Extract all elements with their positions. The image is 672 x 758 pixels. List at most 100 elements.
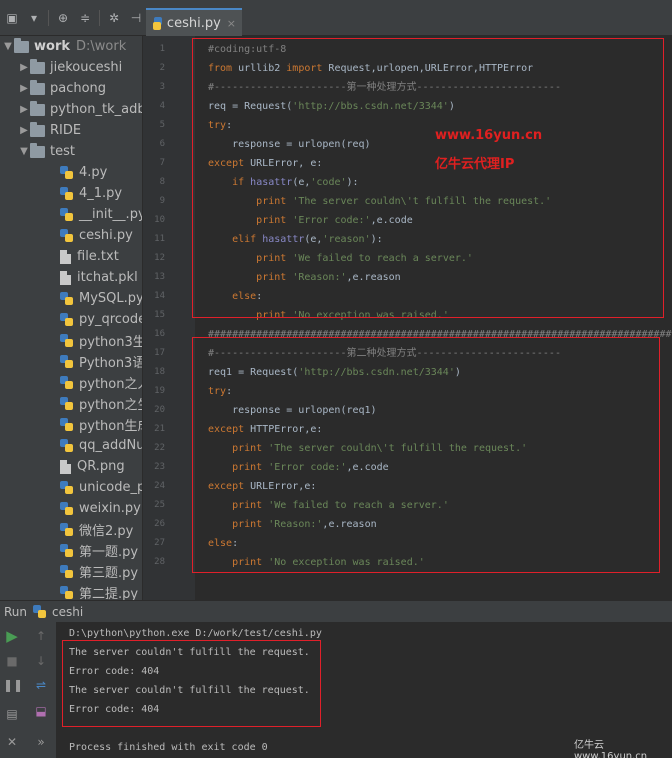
close-icon[interactable]: ✕ — [3, 733, 21, 751]
sidebar-item[interactable]: ceshi.py — [60, 225, 133, 246]
console-line: Process finished with exit code 0 — [69, 742, 268, 753]
sidebar-item[interactable]: python之生 — [60, 393, 142, 414]
sidebar-item-label: weixin.py — [79, 501, 141, 516]
python-file-icon — [60, 544, 73, 557]
run-config-name[interactable]: ceshi — [52, 605, 83, 619]
tree-root[interactable]: ▼ work D:\work — [2, 36, 126, 57]
stop-icon[interactable]: ■ — [3, 652, 21, 670]
settings-icon[interactable]: ✲ — [106, 10, 122, 26]
line-number: 26 — [154, 519, 165, 529]
sidebar-item-label: RIDE — [50, 123, 82, 138]
folder-icon — [14, 37, 29, 53]
arrow-down-icon[interactable]: ↓ — [32, 652, 50, 670]
sidebar-item[interactable]: 4.py — [60, 162, 107, 183]
sidebar-item[interactable]: python生成 — [60, 414, 142, 435]
line-number: 17 — [154, 348, 165, 358]
line-number: 2 — [159, 63, 165, 73]
sidebar-item-label: 4.py — [79, 165, 108, 180]
sidebar-item[interactable]: file.txt — [60, 246, 119, 267]
sidebar-item[interactable]: ▼ test — [18, 141, 75, 162]
sidebar-item-label: python_tk_adb — [50, 102, 143, 117]
close-icon[interactable]: × — [227, 17, 236, 30]
chevron-down-icon[interactable]: ▼ — [18, 146, 30, 157]
sidebar-item[interactable]: 微信2.py — [60, 519, 133, 540]
sidebar-item-label: Python3语言 — [79, 356, 142, 371]
line-number: 11 — [154, 234, 165, 244]
python-file-icon — [60, 229, 73, 242]
python-file-icon — [152, 16, 162, 30]
sidebar-item-label: 第二提.py — [79, 587, 139, 600]
line-number: 24 — [154, 481, 165, 491]
sidebar-item-label: pachong — [50, 81, 107, 96]
top-toolbar: ▣ ▾ ⊕ ≑ ✲ ⊣ ceshi.py × — [0, 0, 672, 36]
line-number: 23 — [154, 462, 165, 472]
chevron-right-icon[interactable]: ▶ — [18, 83, 30, 94]
python-file-icon — [60, 502, 73, 515]
sidebar-item[interactable]: ▶ python_tk_adb — [18, 99, 143, 120]
sidebar-item[interactable]: ▶ jiekouceshi — [18, 57, 122, 78]
sidebar-item[interactable]: 第一题.py — [60, 540, 138, 561]
sidebar-item-label: MySQL.py — [79, 291, 143, 306]
sidebar-item[interactable]: python之人 — [60, 372, 142, 393]
arrow-up-icon[interactable]: ↑ — [32, 627, 50, 645]
more-icon[interactable]: » — [32, 733, 50, 751]
sidebar-item[interactable]: MySQL.py — [60, 288, 143, 309]
line-number: 28 — [154, 557, 165, 567]
tab-label: ceshi.py — [166, 15, 221, 31]
sidebar-item[interactable]: QR.png — [60, 456, 125, 477]
sidebar-item[interactable]: ▶ RIDE — [18, 120, 81, 141]
python-file-icon — [60, 334, 73, 347]
sidebar-item[interactable]: python3生成 — [60, 330, 142, 351]
sidebar-item[interactable]: unicode_pi — [60, 477, 142, 498]
line-number: 8 — [159, 177, 165, 187]
dropdown-icon[interactable]: ▾ — [26, 10, 42, 26]
sidebar-item[interactable]: ▶ pachong — [18, 78, 106, 99]
text-file-icon — [60, 249, 71, 264]
sidebar-item[interactable]: 第二提.py — [60, 582, 138, 600]
run-icon[interactable]: ▶ — [3, 627, 21, 645]
pin-icon[interactable]: ⬓ — [32, 702, 50, 720]
folder-icon — [30, 142, 45, 158]
root-name: work — [34, 39, 70, 54]
sidebar-item[interactable]: itchat.pkl — [60, 267, 138, 288]
line-number: 4 — [159, 101, 165, 111]
folder-icon — [30, 121, 45, 137]
python-file-icon — [60, 313, 73, 326]
python-file-icon — [60, 292, 73, 305]
sidebar-item-label: py_qrcode. — [79, 312, 142, 327]
sidebar-item[interactable]: py_qrcode. — [60, 309, 142, 330]
python-file-icon — [60, 397, 73, 410]
target-icon[interactable]: ⊕ — [55, 10, 71, 26]
line-number: 1 — [159, 44, 165, 54]
sidebar-item-label: __init__.py — [79, 207, 143, 222]
sidebar-item-label: python生成 — [79, 419, 142, 434]
chevron-right-icon[interactable]: ▶ — [18, 125, 30, 136]
sidebar-item[interactable]: 第三题.py — [60, 561, 138, 582]
chevron-down-icon[interactable]: ▼ — [2, 41, 14, 52]
layout-icon[interactable]: ▤ — [3, 705, 21, 723]
project-view-icon[interactable]: ▣ — [4, 10, 20, 26]
tab-ceshi-py[interactable]: ceshi.py × — [146, 8, 242, 36]
pause-icon[interactable]: ❚❚ — [3, 676, 23, 694]
text-file-icon — [60, 459, 71, 474]
sidebar-item[interactable]: __init__.py — [60, 204, 143, 225]
sidebar-item[interactable]: qq_addNul — [60, 435, 142, 456]
chevron-right-icon[interactable]: ▶ — [18, 62, 30, 73]
sidebar-item[interactable]: 4_1.py — [60, 183, 122, 204]
hide-panel-icon[interactable]: ⊣ — [128, 10, 144, 26]
collapse-icon[interactable]: ≑ — [77, 10, 93, 26]
sidebar-item[interactable]: weixin.py — [60, 498, 141, 519]
project-toolbar: ▣ ▾ ⊕ ≑ ✲ ⊣ — [4, 9, 144, 27]
soft-wrap-icon[interactable]: ⇌ — [32, 676, 50, 694]
chevron-right-icon[interactable]: ▶ — [18, 104, 30, 115]
line-number: 10 — [154, 215, 165, 225]
sidebar-item[interactable]: Python3语言 — [60, 351, 142, 372]
line-number: 22 — [154, 443, 165, 453]
sidebar-item-label: python之人 — [79, 377, 142, 392]
footer-watermark: 亿牛云 www.16yun.cn — [574, 740, 648, 758]
highlight-box-output — [62, 640, 321, 727]
python-file-icon — [60, 208, 73, 221]
python-file-icon — [60, 376, 73, 389]
line-number: 12 — [154, 253, 165, 263]
sidebar-item-label: ceshi.py — [79, 228, 133, 243]
